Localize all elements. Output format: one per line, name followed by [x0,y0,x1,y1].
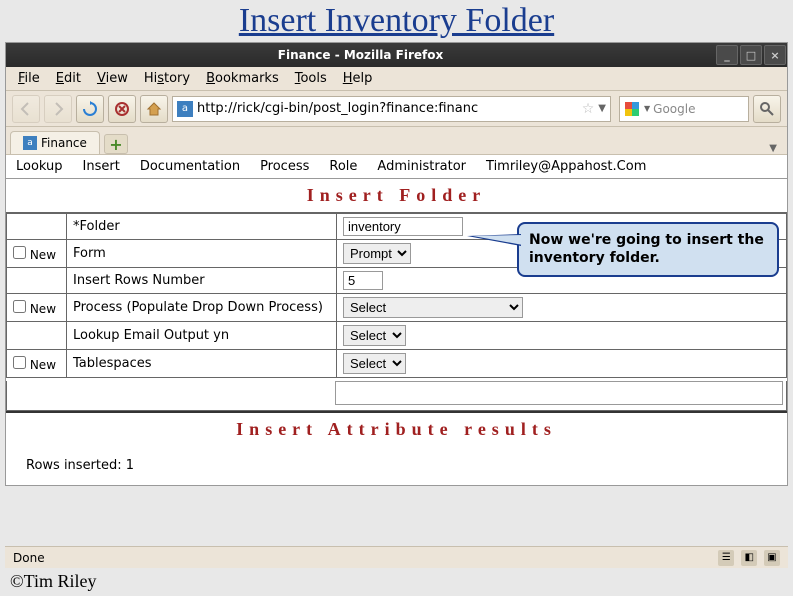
results-message: Rows inserted: 1 [6,446,787,485]
notes-row [6,381,787,411]
status-icon-2[interactable]: ◧ [741,550,757,566]
new-label: New [30,358,56,372]
results-heading: Insert Attribute results [6,413,787,446]
notes-input[interactable] [335,381,783,405]
new-label: New [30,302,56,316]
folder-label: *Folder [67,214,337,240]
url-text: http://rick/cgi-bin/post_login?finance:f… [197,101,582,116]
tablespaces-select[interactable]: Select [343,353,406,374]
tab-finance[interactable]: a Finance [10,131,100,154]
menu-history[interactable]: History [136,69,198,88]
copyright: ©Tim Riley [10,571,97,592]
menu-help[interactable]: Help [335,69,381,88]
process-select[interactable]: Select [343,297,523,318]
status-icon-1[interactable]: ☰ [718,550,734,566]
rows-input[interactable] [343,271,383,290]
nav-process[interactable]: Process [260,159,309,174]
site-icon: a [177,101,193,117]
status-text: Done [13,551,45,565]
search-dropdown-icon[interactable]: ▼ [644,104,650,113]
email-label: Lookup Email Output yn [67,322,337,350]
new-tablespaces-checkbox[interactable] [13,356,26,369]
form-select[interactable]: Prompt [343,243,411,264]
rows-label: Insert Rows Number [67,268,337,294]
tab-icon: a [23,136,37,150]
page-nav: Lookup Insert Documentation Process Role… [6,155,787,179]
tab-bar: a Finance + ▼ [6,127,787,155]
status-icons: ☰ ◧ ▣ [715,549,780,566]
search-go-button[interactable] [753,95,781,123]
insert-folder-heading: Insert Folder [6,179,787,213]
nav-documentation[interactable]: Documentation [140,159,240,174]
home-button[interactable] [140,95,168,123]
toolbar: a http://rick/cgi-bin/post_login?finance… [6,91,787,127]
new-label: New [30,248,56,262]
window-titlebar: Finance - Mozilla Firefox _ □ × [6,43,787,67]
menu-file[interactable]: File [10,69,48,88]
url-dropdown-icon[interactable]: ▼ [598,103,606,114]
reload-button[interactable] [76,95,104,123]
menu-edit[interactable]: Edit [48,69,89,88]
minimize-button[interactable]: _ [716,45,738,65]
forward-button[interactable] [44,95,72,123]
nav-role[interactable]: Role [329,159,357,174]
nav-email[interactable]: Timriley@Appahost.Com [486,159,646,174]
form-label: Form [67,240,337,268]
search-placeholder: Google [653,102,695,116]
google-icon [624,101,640,117]
search-box[interactable]: ▼ Google [619,96,749,122]
process-label: Process (Populate Drop Down Process) [67,294,337,322]
close-button[interactable]: × [764,45,786,65]
tab-list-button[interactable]: ▼ [763,143,783,154]
annotation-callout: Now we're going to insert the inventory … [517,222,779,277]
tablespaces-label: Tablespaces [67,350,337,378]
menu-tools[interactable]: Tools [287,69,335,88]
nav-lookup[interactable]: Lookup [16,159,63,174]
stop-button[interactable] [108,95,136,123]
status-icon-3[interactable]: ▣ [764,550,780,566]
new-form-checkbox[interactable] [13,246,26,259]
window-title: Finance - Mozilla Firefox [6,48,715,62]
tab-label: Finance [41,136,87,150]
folder-input[interactable] [343,217,463,236]
maximize-button[interactable]: □ [740,45,762,65]
status-bar: Done ☰ ◧ ▣ [5,546,788,568]
back-button[interactable] [12,95,40,123]
url-bar[interactable]: a http://rick/cgi-bin/post_login?finance… [172,96,611,122]
menu-view[interactable]: View [89,69,136,88]
new-process-checkbox[interactable] [13,300,26,313]
email-select[interactable]: Select [343,325,406,346]
slide-title: Insert Inventory Folder [0,0,793,42]
bookmark-star-icon[interactable]: ☆ [582,101,595,117]
menubar: File Edit View History Bookmarks Tools H… [6,67,787,91]
nav-administrator[interactable]: Administrator [377,159,466,174]
menu-bookmarks[interactable]: Bookmarks [198,69,287,88]
nav-insert[interactable]: Insert [83,159,120,174]
new-tab-button[interactable]: + [104,134,128,154]
